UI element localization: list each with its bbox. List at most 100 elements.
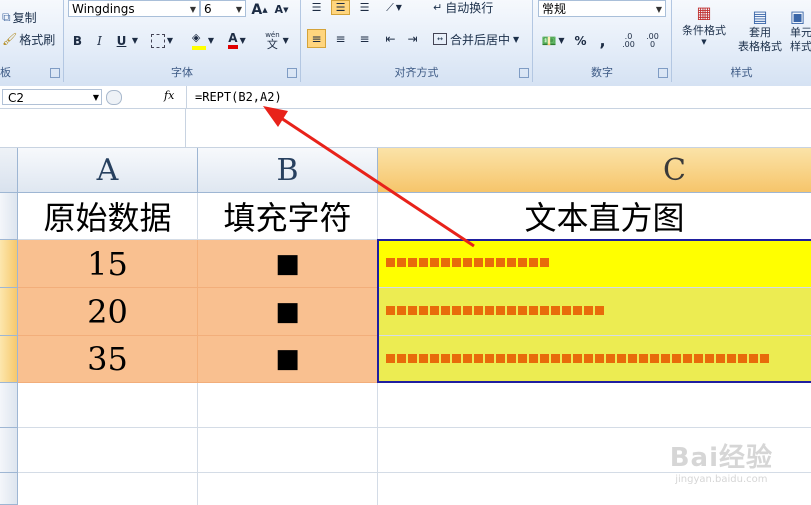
format-as-table-top: 套用 xyxy=(749,25,771,39)
cell-b4[interactable]: ■ xyxy=(198,336,378,383)
cell-a5[interactable] xyxy=(18,383,198,428)
border-button[interactable]: ▼ xyxy=(148,31,176,50)
column-header-label: B xyxy=(276,152,299,188)
select-all-corner[interactable] xyxy=(0,148,18,193)
bold-button[interactable]: B xyxy=(68,31,87,50)
comma-button[interactable]: , xyxy=(593,31,612,50)
row-header-6[interactable] xyxy=(0,428,18,473)
cell-b5[interactable] xyxy=(198,383,378,428)
cell-c4[interactable] xyxy=(378,336,811,383)
row-header-3[interactable] xyxy=(0,288,18,336)
italic-label: I xyxy=(97,33,102,48)
merge-center-icon: ↔ xyxy=(433,33,447,45)
underline-button[interactable]: U xyxy=(112,31,131,50)
chevron-down-icon: ▼ xyxy=(207,36,215,45)
font-name-select[interactable]: Wingdings ▼ xyxy=(68,0,200,17)
chevron-down-icon[interactable]: ▼ xyxy=(93,90,99,106)
alignment-launcher-icon[interactable] xyxy=(519,68,529,78)
histogram-bar xyxy=(386,258,395,267)
currency-button[interactable]: 💵 ▼ xyxy=(538,31,568,50)
row-header-5[interactable] xyxy=(0,383,18,428)
increase-decimal-button[interactable]: .0 .00 xyxy=(619,31,638,50)
cell-a1[interactable]: 原始数据 xyxy=(18,193,198,240)
histogram-bar xyxy=(463,258,472,267)
font-group-label: 字体 xyxy=(171,66,193,79)
styles-group-label: 样式 xyxy=(730,66,753,79)
histogram-bar xyxy=(705,353,714,363)
number-launcher-icon[interactable] xyxy=(658,68,668,78)
cell-c1[interactable]: 文本直方图 xyxy=(378,193,811,240)
row-header-2[interactable] xyxy=(0,240,18,288)
cell-c3[interactable] xyxy=(378,288,811,336)
format-as-table-button[interactable]: ▤ 套用 表格格式 xyxy=(732,0,788,60)
cell-c2[interactable] xyxy=(378,240,811,288)
cell-b2[interactable]: ■ xyxy=(198,240,378,288)
cell-c5[interactable] xyxy=(378,383,811,428)
formula-input[interactable]: =REPT(B2,A2) xyxy=(186,86,811,108)
cell-a6[interactable] xyxy=(18,428,198,473)
cell-styles-bottom: 样式 xyxy=(790,39,811,53)
orientation-button[interactable]: ⟋ ▼ xyxy=(379,0,409,15)
cell-styles-button[interactable]: ▣ 单元 样式 xyxy=(790,0,811,60)
merge-center-button[interactable]: ↔ 合并后居中 ▼ xyxy=(433,30,519,48)
clipboard-launcher-icon[interactable] xyxy=(50,68,60,78)
decrease-indent-button[interactable]: ⇤ xyxy=(381,29,400,48)
histogram-bar xyxy=(496,353,505,363)
increase-indent-button[interactable]: ⇥ xyxy=(403,29,422,48)
cell-b6[interactable] xyxy=(198,428,378,473)
histogram-bar xyxy=(540,353,549,363)
worksheet: A B C 原始数据 填充字符 文本直方图 15 ■ 20 ■ 35 ■ Bai… xyxy=(0,148,811,505)
number-format-select[interactable]: 常规 ▼ xyxy=(538,0,666,17)
font-size-select[interactable]: 6 ▼ xyxy=(200,0,246,17)
wrap-text-button[interactable]: ↵ 自动换行 xyxy=(433,0,493,15)
cell-b1[interactable]: 填充字符 xyxy=(198,193,378,240)
chevron-down-icon: ▼ xyxy=(701,37,707,46)
format-as-table-bottom: 表格格式 xyxy=(738,39,782,53)
format-as-table-icon: ▤ xyxy=(752,6,768,26)
font-launcher-icon[interactable] xyxy=(287,68,297,78)
cell-a7[interactable] xyxy=(18,473,198,505)
ribbon: ⧉ 复制 🖌 格式刷 板 Wingdings ▼ 6 ▼ A▲ A▼ B I xyxy=(0,0,811,87)
decrease-indent-icon: ⇤ xyxy=(385,31,396,46)
phonetic-button[interactable]: wén 文 ▼ xyxy=(260,29,294,51)
histogram-bar xyxy=(529,258,538,267)
align-middle-button[interactable]: ☰ xyxy=(331,0,350,15)
copy-button[interactable]: ⧉ 复制 xyxy=(2,8,37,26)
underline-dropdown[interactable]: ▼ xyxy=(130,31,140,50)
cell-b7[interactable] xyxy=(198,473,378,505)
font-color-button[interactable]: A ▼ xyxy=(222,31,252,50)
row-header-4[interactable] xyxy=(0,336,18,383)
histogram-bar xyxy=(606,353,615,363)
name-box[interactable]: C2 ▼ xyxy=(2,89,102,105)
italic-button[interactable]: I xyxy=(90,31,109,50)
align-right-button[interactable]: ≡ xyxy=(355,29,374,48)
row-header-7[interactable] xyxy=(0,473,18,505)
cell-b3[interactable]: ■ xyxy=(198,288,378,336)
copy-icon: ⧉ xyxy=(2,9,11,24)
format-painter-button[interactable]: 🖌 格式刷 xyxy=(2,30,55,48)
cell-a4[interactable]: 35 xyxy=(18,336,198,383)
grow-font-button[interactable]: A ▲ xyxy=(250,0,269,19)
align-bottom-button[interactable]: ☰ xyxy=(355,0,374,15)
row-header-1[interactable] xyxy=(0,193,18,240)
fill-color-button[interactable]: ◈ ▼ xyxy=(188,31,218,50)
column-header-c[interactable]: C xyxy=(378,148,811,193)
formula-bar-resize-handle[interactable] xyxy=(106,90,122,105)
decrease-decimal-button[interactable]: .00 0 xyxy=(643,31,662,50)
column-header-a[interactable]: A xyxy=(18,148,198,193)
chevron-down-icon: ▼ xyxy=(235,5,242,14)
cell-a2[interactable]: 15 xyxy=(18,240,198,288)
number-format-value: 常规 xyxy=(542,2,567,16)
histogram-bar xyxy=(639,353,648,363)
conditional-format-button[interactable]: ▦ 条件格式 ▼ xyxy=(676,0,732,48)
align-left-button[interactable]: ≡ xyxy=(307,29,326,48)
cell-a3[interactable]: 20 xyxy=(18,288,198,336)
histogram-bar xyxy=(474,353,483,363)
percent-button[interactable]: % xyxy=(571,31,590,50)
shrink-font-button[interactable]: A ▼ xyxy=(272,0,291,19)
histogram-bar xyxy=(452,258,461,267)
insert-function-icon[interactable]: fx xyxy=(164,89,174,102)
column-header-b[interactable]: B xyxy=(198,148,378,193)
align-center-button[interactable]: ≡ xyxy=(331,29,350,48)
align-top-button[interactable]: ☰ xyxy=(307,0,326,15)
